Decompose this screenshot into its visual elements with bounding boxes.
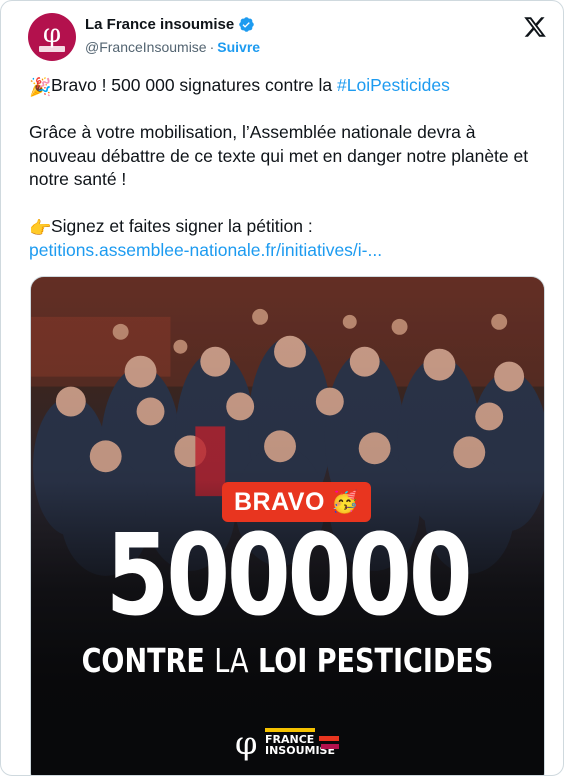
tweet-header: φ La France insoumise @FranceInsoumise · S…: [28, 13, 547, 65]
tweet-line-3-text: Signez et faites signer la pétition :: [51, 216, 313, 236]
avatar-logo: φ: [42, 19, 62, 49]
contre-headline: CONTRE LA LOI PESTICIDES: [77, 643, 498, 679]
tweet-card: φ La France insoumise @FranceInsoumise · S…: [0, 0, 564, 776]
signature-count: 500000: [105, 511, 473, 641]
x-logo-icon[interactable]: [523, 15, 547, 39]
verified-badge-icon: [239, 17, 254, 32]
tweet-text: 🎉Bravo ! 500 000 signatures contre la #L…: [29, 74, 539, 262]
avatar-logo-mark: [39, 46, 65, 52]
account-avatar[interactable]: φ: [28, 13, 76, 61]
handle-row: @FranceInsoumise · Suivre: [85, 39, 260, 55]
tweet-line-1-text: Bravo ! 500 000 signatures contre la: [51, 75, 338, 95]
account-name[interactable]: La France insoumise: [85, 16, 234, 33]
tweet-paragraph-2: Grâce à votre mobilisation, l’Assemblée …: [29, 122, 529, 189]
name-row: La France insoumise: [85, 16, 255, 33]
follow-button[interactable]: Suivre: [217, 39, 260, 55]
loi-pesticides-words: LOI PESTICIDES: [257, 641, 494, 680]
tweet-line-1: 🎉Bravo ! 500 000 signatures contre la #L…: [29, 74, 539, 98]
separator-dot: ·: [209, 39, 215, 55]
hashtag-link[interactable]: #LoiPesticides: [337, 75, 450, 95]
france-insoumise-logo: φ FRANCE INSOUMISE: [235, 724, 339, 762]
la-word: LA: [214, 641, 249, 680]
contre-word: CONTRE: [81, 641, 205, 680]
account-handle[interactable]: @FranceInsoumise: [85, 39, 207, 55]
pointing-hand-icon: 👉: [29, 218, 52, 238]
logo-phi: φ: [235, 724, 257, 762]
party-popper-icon: 🎉: [29, 77, 52, 97]
petition-link[interactable]: petitions.assemblee-nationale.fr/initiat…: [29, 240, 382, 260]
tweet-line-3: 👉Signez et faites signer la pétition :: [29, 215, 539, 239]
tweet-media-image[interactable]: BRAVO 🥳 500000 CONTRE LA LOI PESTICIDES …: [30, 276, 545, 775]
